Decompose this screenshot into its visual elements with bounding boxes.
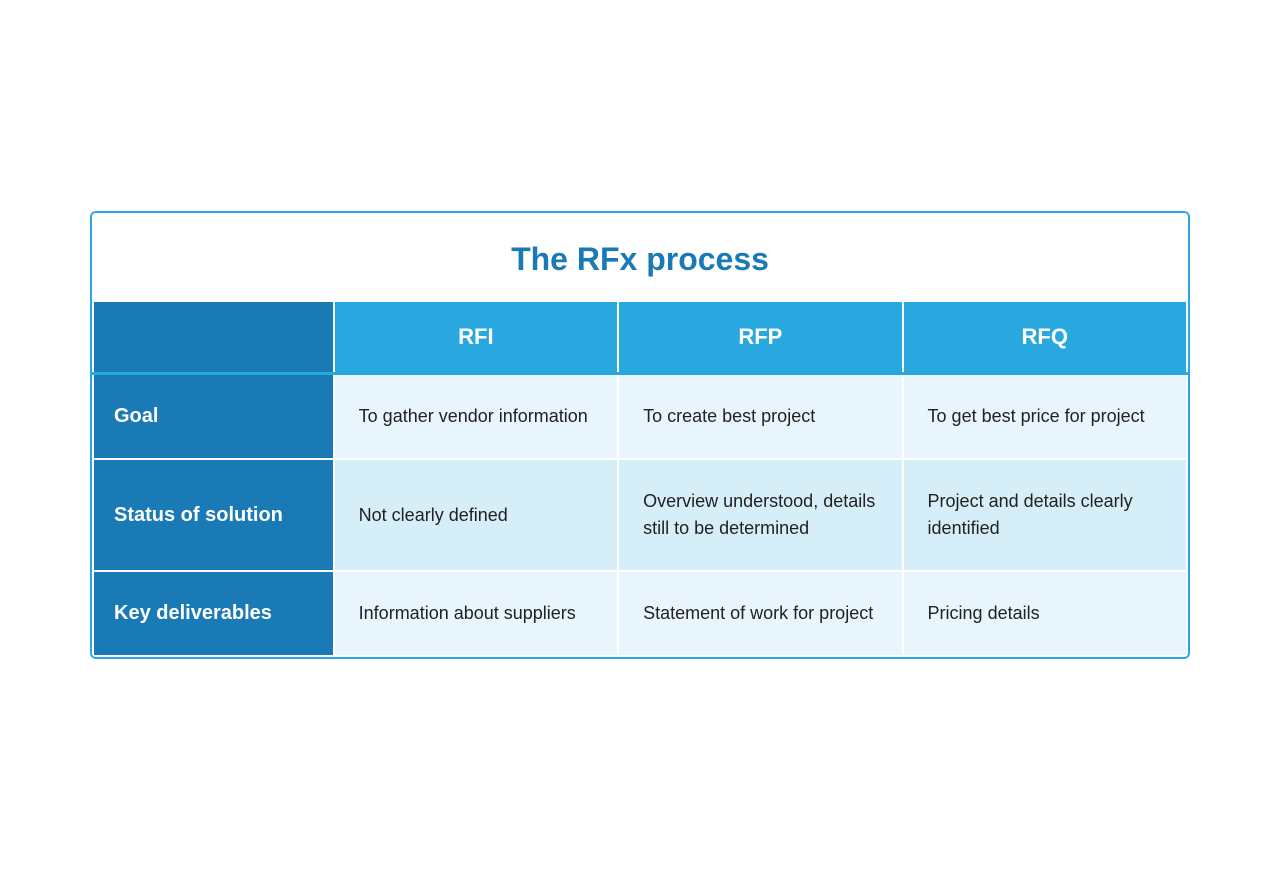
status-rfq: Project and details clearly identified [903, 459, 1187, 571]
goal-rfi: To gather vendor information [334, 374, 618, 460]
table-row: Goal To gather vendor information To cre… [93, 374, 1187, 460]
rfx-table: RFI RFP RFQ Goal To gather vendor inform… [92, 300, 1188, 657]
rfx-table-container: The RFx process RFI RFP RFQ Goal To gath… [90, 211, 1190, 659]
table-row: Key deliverables Information about suppl… [93, 571, 1187, 656]
header-rfi: RFI [334, 301, 618, 374]
deliverables-rfi: Information about suppliers [334, 571, 618, 656]
row-label-deliverables: Key deliverables [93, 571, 334, 656]
header-rfp: RFP [618, 301, 902, 374]
table-row: Status of solution Not clearly defined O… [93, 459, 1187, 571]
goal-rfp: To create best project [618, 374, 902, 460]
row-label-status: Status of solution [93, 459, 334, 571]
page-title: The RFx process [112, 241, 1168, 278]
header-rfq: RFQ [903, 301, 1187, 374]
header-empty-cell [93, 301, 334, 374]
status-rfp: Overview understood, details still to be… [618, 459, 902, 571]
table-header-row: RFI RFP RFQ [93, 301, 1187, 374]
goal-rfq: To get best price for project [903, 374, 1187, 460]
title-section: The RFx process [92, 213, 1188, 300]
deliverables-rfp: Statement of work for project [618, 571, 902, 656]
row-label-goal: Goal [93, 374, 334, 460]
deliverables-rfq: Pricing details [903, 571, 1187, 656]
status-rfi: Not clearly defined [334, 459, 618, 571]
